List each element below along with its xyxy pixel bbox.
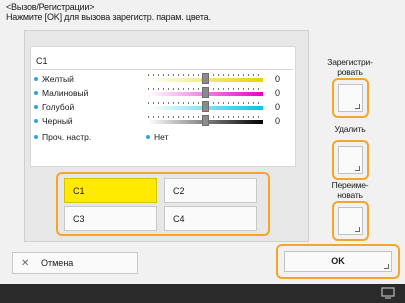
preset-c2-button[interactable]: C2	[164, 178, 257, 203]
instruction-text: Нажмите [OK] для вызова зарегистр. парам…	[6, 12, 211, 22]
black-slider	[148, 115, 263, 126]
magenta-value: 0	[275, 88, 281, 98]
preset-selector: C1 C2 C3 C4	[56, 172, 270, 236]
rename-button-frame	[332, 201, 369, 241]
delete-button[interactable]	[338, 146, 363, 174]
slider-thumb	[202, 101, 209, 112]
delete-button-frame	[332, 140, 369, 180]
black-row: Черный 0	[34, 115, 294, 130]
cyan-row: Голубой 0	[34, 101, 294, 116]
register-label: Зарегистри- ровать	[327, 57, 373, 77]
slider-thumb	[202, 73, 209, 84]
ok-label: OK	[331, 256, 345, 266]
black-value: 0	[275, 116, 281, 126]
bullet-icon	[34, 105, 38, 109]
corner-icon	[355, 104, 360, 109]
status-monitor-icon[interactable]	[381, 287, 395, 299]
bullet-icon	[34, 91, 38, 95]
register-button[interactable]	[338, 84, 363, 112]
magenta-label: Малиновый	[42, 88, 89, 98]
bullet-icon	[34, 119, 38, 123]
slider-thumb	[202, 87, 209, 98]
magenta-row: Малиновый 0	[34, 87, 294, 102]
cancel-button[interactable]: ✕ Отмена	[12, 252, 138, 274]
corner-icon	[355, 227, 360, 232]
cyan-label: Голубой	[42, 102, 75, 112]
cyan-value: 0	[275, 102, 281, 112]
register-button-frame	[332, 78, 369, 118]
yellow-label: Желтый	[42, 74, 74, 84]
cyan-slider	[148, 101, 263, 112]
yellow-slider	[148, 73, 263, 84]
other-settings-value: Нет	[154, 132, 169, 142]
close-icon: ✕	[21, 258, 30, 269]
ok-button-frame: OK	[276, 244, 400, 279]
ok-button[interactable]: OK	[284, 251, 392, 272]
other-settings-row: Проч. настр. Нет	[34, 132, 294, 146]
rename-button[interactable]	[338, 207, 363, 235]
magenta-slider	[148, 87, 263, 98]
preset-name: C1	[36, 56, 48, 66]
other-settings-label: Проч. настр.	[42, 132, 92, 142]
yellow-value: 0	[275, 74, 281, 84]
yellow-row: Желтый 0	[34, 73, 294, 88]
status-bar	[0, 284, 405, 303]
bullet-icon	[34, 135, 38, 139]
cancel-label: Отмена	[41, 258, 74, 268]
corner-icon	[355, 166, 360, 171]
divider	[33, 69, 293, 70]
delete-label: Удалить	[334, 124, 366, 134]
corner-icon	[384, 264, 389, 269]
preset-c4-button[interactable]: C4	[164, 206, 257, 231]
preset-c3-button[interactable]: C3	[64, 206, 157, 231]
slider-thumb	[202, 115, 209, 126]
bullet-icon	[146, 135, 150, 139]
black-label: Черный	[42, 116, 73, 126]
preset-c1-button[interactable]: C1	[64, 178, 157, 203]
bullet-icon	[34, 77, 38, 81]
rename-label: Переиме- новать	[331, 180, 369, 200]
